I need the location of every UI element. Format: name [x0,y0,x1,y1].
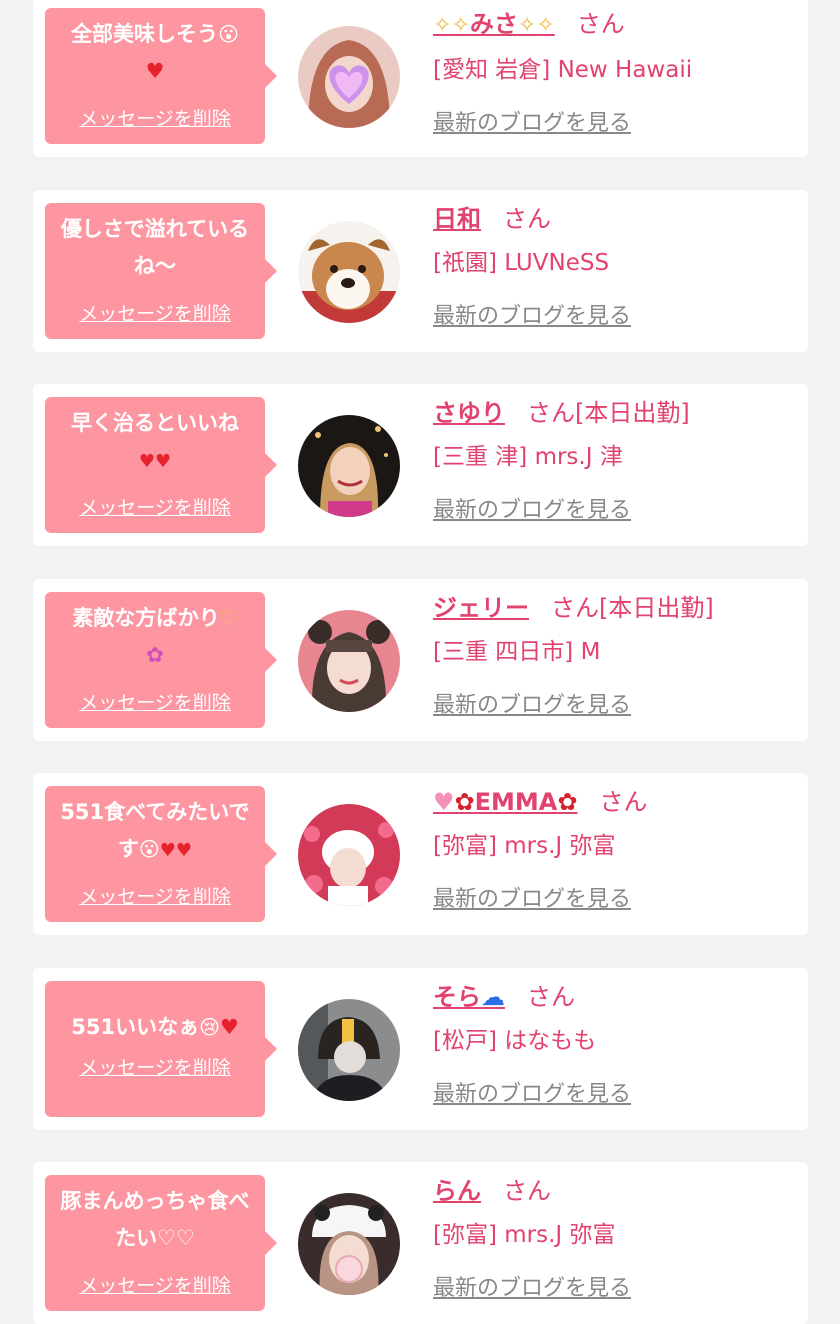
delete-message-link[interactable]: メッセージを削除 [45,493,265,520]
red-heart-icon: ♥ [219,1015,239,1039]
profile-name-link[interactable]: 日和 [433,205,481,233]
cloud-icon: ☁ [481,983,505,1011]
pink-heart-icon: ♥ [433,788,455,816]
shop-label: [弥富] mrs.J 弥富 [433,1222,616,1248]
message-card: 豚まんめっちゃ食べたい♡♡ メッセージを削除 らん さん [弥富] mrs.J 弥… [33,1162,808,1324]
profile-name-link[interactable]: さゆり [433,399,505,427]
message-bubble: 551食べてみたいです😮♥♥ メッセージを削除 [45,786,277,922]
honorific: さん [503,1177,551,1205]
profile-info: さゆり さん[本日出勤] [三重 津] mrs.J 津 最新のブログを見る [433,394,798,524]
profile-info: そら☁ さん [松戸] はなもも 最新のブログを見る [433,978,798,1108]
delete-message-link[interactable]: メッセージを削除 [45,1271,265,1298]
work-status: [本日出勤] [599,594,714,622]
delete-message-link[interactable]: メッセージを削除 [45,299,265,326]
avatar[interactable] [298,610,400,712]
rose-icon: ✿ [557,788,578,816]
honorific: さん [576,10,625,38]
shop-label: [弥富] mrs.J 弥富 [433,833,616,859]
honorific: さん [551,594,599,622]
avatar[interactable] [298,999,400,1101]
pleading-face-icon: 😢 [199,1015,220,1039]
profile-name-link[interactable]: そら☁ [433,983,505,1011]
avatar[interactable] [298,221,400,323]
latest-blog-link[interactable]: 最新のブログを見る [433,687,631,719]
delete-message-link[interactable]: メッセージを削除 [45,688,265,715]
message-bubble: 豚まんめっちゃ食べたい♡♡ メッセージを削除 [45,1175,277,1311]
message-card: 全部美味しそう😮 ♥ メッセージを削除 ✧✧みさ✧✧ さん [愛知 岩倉] New … [33,0,808,157]
avatar[interactable] [298,804,400,906]
drooling-face-icon: 😮 [218,22,239,46]
message-card: 551いいなぁ😢♥ メッセージを削除 そら☁ さん [松戸] はなもも 最新のブロ… [33,968,808,1130]
profile-info: ♥✿EMMA✿ さん [弥富] mrs.J 弥富 最新のブログを見る [433,783,798,913]
honorific: さん [527,983,575,1011]
message-text: 豚まんめっちゃ食べたい♡♡ [60,1189,250,1250]
sparkles-icon: ✧ [433,13,452,38]
shop-label: [三重 四日市] M [433,639,601,665]
message-card: 優しさで溢れているね〜 メッセージを削除 日和 さん [祇園] LUVNeSS 最… [33,190,808,352]
sparkles-icon: ✧ [451,13,470,38]
profile-info: 日和 さん [祇園] LUVNeSS 最新のブログを見る [433,200,798,330]
latest-blog-link[interactable]: 最新のブログを見る [433,105,631,137]
profile-name-link[interactable]: ✧✧みさ✧✧ [433,10,555,38]
message-bubble: 素敵な方ばかり♡ ✿ メッセージを削除 [45,592,277,728]
latest-blog-link[interactable]: 最新のブログを見る [433,881,631,913]
message-card: 551食べてみたいです😮♥♥ メッセージを削除 ♥✿EMMA✿ さん [弥富] m… [33,773,808,935]
message-bubble: 全部美味しそう😮 ♥ メッセージを削除 [45,8,277,144]
profile-name-link[interactable]: ジェリー [433,594,529,622]
message-card: 素敵な方ばかり♡ ✿ メッセージを削除 ジェリー さん[本日出勤] [三重 四日市]… [33,579,808,741]
message-card: 早く治るといいね ♥♥ メッセージを削除 さゆり さん[本日出勤] [三重 津] m… [33,384,808,546]
latest-blog-link[interactable]: 最新のブログを見る [433,1270,631,1302]
avatar[interactable] [298,26,400,128]
profile-name-link[interactable]: ♥✿EMMA✿ [433,788,577,816]
flower-icon: ✿ [146,643,164,667]
profile-name-link[interactable]: らん [433,1177,481,1205]
shop-label: [愛知 岩倉] New Hawaii [433,57,693,83]
delete-message-link[interactable]: メッセージを削除 [45,104,265,131]
honorific: さん [599,788,648,816]
profile-info: ✧✧みさ✧✧ さん [愛知 岩倉] New Hawaii 最新のブログを見る [433,5,798,137]
latest-blog-link[interactable]: 最新のブログを見る [433,492,631,524]
two-hearts-icon: ♥♥ [159,840,193,861]
two-hearts-icon: ♥♥ [138,451,172,472]
message-text: 優しさで溢れているね〜 [60,217,250,278]
latest-blog-link[interactable]: 最新のブログを見る [433,298,631,330]
profile-info: ジェリー さん[本日出勤] [三重 四日市] M 最新のブログを見る [433,589,798,719]
heart-hands-icon: ♡ [219,606,238,630]
honorific: さん [503,205,551,233]
sparkles-icon: ✧ [517,13,537,38]
avatar[interactable] [298,415,400,517]
red-heart-icon: ♥ [145,59,165,83]
message-bubble: 早く治るといいね ♥♥ メッセージを削除 [45,397,277,533]
avatar[interactable] [298,1193,400,1295]
shop-label: [松戸] はなもも [433,1028,597,1054]
drooling-face-icon: 😮 [138,837,160,861]
shop-label: [三重 津] mrs.J 津 [433,444,623,470]
message-text: 551いいなぁ😢♥ [71,1015,239,1039]
honorific: さん [527,399,575,427]
message-bubble: 優しさで溢れているね〜 メッセージを削除 [45,203,277,339]
shop-label: [祇園] LUVNeSS [433,250,610,276]
latest-blog-link[interactable]: 最新のブログを見る [433,1076,631,1108]
sparkles-icon: ✧ [536,13,555,38]
rose-icon: ✿ [454,788,475,816]
message-text: 全部美味しそう😮 ♥ [71,22,239,83]
message-text: 素敵な方ばかり♡ ✿ [72,606,238,667]
delete-message-link[interactable]: メッセージを削除 [45,882,265,909]
message-bubble: 551いいなぁ😢♥ メッセージを削除 [45,981,277,1117]
work-status: [本日出勤] [575,399,690,427]
message-text: 早く治るといいね ♥♥ [71,411,239,472]
message-text: 551食べてみたいです😮♥♥ [60,800,250,861]
delete-message-link[interactable]: メッセージを削除 [45,1053,265,1080]
profile-info: らん さん [弥富] mrs.J 弥富 最新のブログを見る [433,1172,798,1302]
